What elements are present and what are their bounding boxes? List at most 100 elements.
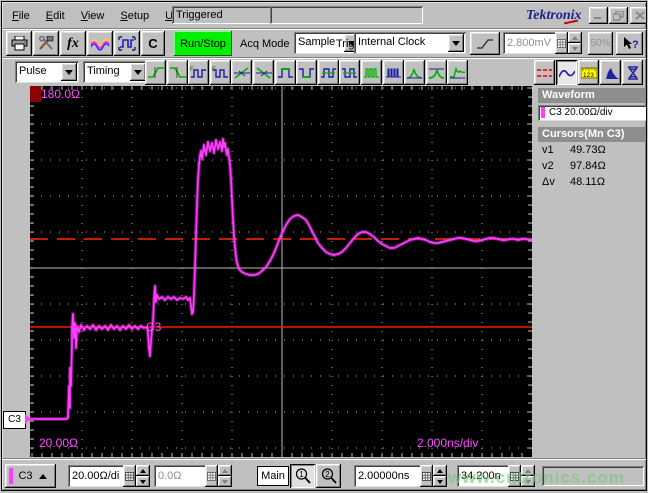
svg-text:1: 1 (299, 470, 304, 479)
measure-pulse-width-neg-button[interactable] (296, 60, 318, 85)
eye-diagram-button[interactable] (622, 60, 643, 85)
frequency-neg-icon: F (212, 67, 228, 78)
trace-handle (30, 86, 41, 102)
menu-file[interactable]: File (4, 7, 38, 25)
cursor-dv-value: 48.11Ω (570, 176, 605, 188)
measure-peak-pos-button[interactable] (404, 60, 426, 85)
trig-level-keypad-button[interactable] (555, 32, 568, 54)
vertical-scale-keypad-button[interactable] (123, 465, 136, 487)
keypad-icon (125, 471, 134, 481)
measure-settle-time-button[interactable] (447, 60, 469, 85)
measure-cross-fall-button[interactable] (253, 60, 274, 85)
acq-mode-label: Acq Mode (240, 38, 290, 50)
spin-up-icon (572, 35, 578, 40)
clear-button[interactable]: C (141, 31, 165, 56)
rising-slope-icon (477, 38, 493, 49)
print-button[interactable] (6, 31, 32, 56)
tools-icon (38, 36, 53, 50)
fall-time-icon (169, 66, 186, 78)
channel-select-label: C3 (18, 470, 33, 482)
autoset-pulse-button[interactable] (114, 31, 140, 56)
waveform-color-button[interactable] (87, 31, 113, 56)
svg-text:?: ? (632, 39, 638, 51)
measurement-readout-button[interactable]: 123 (578, 60, 599, 85)
horizontal-scale: 2.000ns/div (417, 436, 479, 450)
restore-button[interactable] (609, 7, 628, 24)
measure-category-select[interactable]: Pulse (15, 61, 79, 83)
cursor-v1-label: v1 (542, 144, 554, 156)
chevron-down-icon (134, 69, 142, 75)
waveform-entry[interactable]: C3 20.00Ω/div (538, 105, 646, 121)
menu-view[interactable]: View (73, 7, 113, 25)
ruler-123-icon: 123 (580, 67, 597, 79)
menu-setup[interactable]: Setup (112, 7, 157, 25)
math-fx-button[interactable]: fx (60, 31, 86, 56)
pulse-width-pos-icon (277, 67, 293, 78)
set-level-50-button[interactable]: 50% (588, 32, 613, 55)
channel-select-button[interactable]: C3 (5, 464, 56, 488)
zoom-1-button[interactable]: 1 (290, 464, 315, 488)
minimize-button[interactable] (589, 7, 608, 24)
spin-up-icon (140, 468, 146, 473)
measure-frequency-neg-button[interactable]: F (209, 60, 231, 85)
measure-pulse-width-pos-button[interactable] (274, 60, 296, 85)
measure-burst-width-button[interactable] (361, 60, 382, 85)
cursors-button[interactable] (534, 60, 555, 85)
tektronix-logo: Tektronix (526, 8, 582, 25)
measure-cross-rise-button[interactable] (231, 60, 253, 85)
spin-down-icon (437, 479, 443, 484)
histogram-button[interactable] (600, 60, 621, 85)
trace-label: C3 (146, 320, 162, 334)
pulse-bracket-icon (118, 36, 136, 51)
cursor-v2-label: v2 (542, 160, 554, 172)
vertical-scale-stepper[interactable] (136, 465, 150, 487)
measure-rise-time-button[interactable] (145, 60, 166, 85)
toolbar-main: fx C Run/Stop Acq Mode Sample Trig Inter… (2, 28, 646, 58)
timebase-keypad-button[interactable] (420, 465, 433, 487)
trig-source-select[interactable]: Internal Clock (354, 32, 466, 54)
trig-level-stepper[interactable] (568, 32, 582, 54)
zoom-2-button[interactable]: 2 (316, 464, 341, 488)
waveform-display-button[interactable] (556, 60, 577, 85)
measure-frequency-pos-button[interactable]: F (188, 60, 210, 85)
vertical-offset-input[interactable]: 0.0Ω (154, 465, 209, 487)
measure-duty-neg-button[interactable] (339, 60, 361, 85)
trig-slope-button[interactable] (470, 32, 500, 55)
cursors-icon (537, 68, 552, 77)
context-help-button[interactable]: ? (616, 32, 643, 55)
timebase-input[interactable]: 2.00000ns (354, 465, 424, 487)
close-icon (634, 11, 645, 20)
measure-fall-time-button[interactable] (166, 60, 188, 85)
vertical-scale-input[interactable]: 20.00Ω/di (68, 465, 127, 487)
timebase-stepper[interactable] (433, 465, 447, 487)
trace-c3 (30, 138, 532, 420)
measure-duty-pos-button[interactable] (317, 60, 339, 85)
app-window: File Edit View Setup Utilities Help Trig… (1, 1, 647, 491)
timebase-main-toggle[interactable]: Main (257, 466, 289, 486)
vertical-offset-stepper[interactable] (218, 465, 232, 487)
close-button[interactable] (630, 7, 646, 24)
setup-tools-button[interactable] (33, 31, 59, 56)
trig-level-input[interactable]: 2.800mV (503, 32, 559, 54)
waveform-display[interactable]: 180.0Ω 20.00Ω 2.000ns/div C3 (30, 86, 532, 457)
measure-peak-neg-button[interactable] (425, 60, 447, 85)
printer-icon (11, 36, 27, 51)
cursor-dv-label: Δv (542, 176, 555, 188)
trigger-status: Triggered (172, 6, 271, 24)
settle-time-icon (450, 66, 466, 78)
vertical-offset-keypad-button[interactable] (205, 465, 218, 487)
magnifier-1-icon: 1 (295, 468, 311, 484)
graticule-and-trace[interactable] (30, 86, 532, 457)
measure-multi-burst-button[interactable] (382, 60, 404, 85)
keypad-icon (207, 471, 216, 481)
graticule-grid (30, 86, 532, 457)
waveform-entry-label: C3 20.00Ω/div (549, 107, 613, 118)
menu-edit[interactable]: Edit (38, 7, 73, 25)
trace-glow (30, 137, 532, 421)
frequency-pos-icon: F (190, 67, 207, 78)
spin-up-icon (437, 468, 443, 473)
measure-subcategory-select[interactable]: Timing (83, 61, 148, 83)
run-stop-button[interactable]: Run/Stop (174, 31, 232, 56)
keypad-icon (557, 38, 566, 48)
channel-marker-c3[interactable]: C3 (3, 411, 31, 429)
